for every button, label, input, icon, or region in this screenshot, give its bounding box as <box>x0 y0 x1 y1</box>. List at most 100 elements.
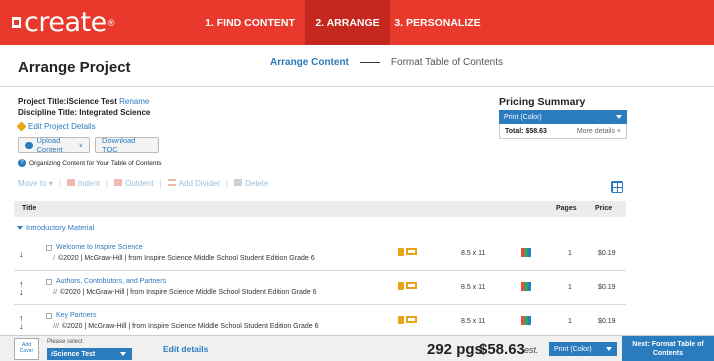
tab-personalize[interactable]: 3. PERSONALIZE <box>390 0 485 45</box>
next-format-toc-button[interactable]: Next: Format Table of Contents <box>622 336 714 361</box>
row-source: ©2020 | McGraw-Hill | from Inspire Scien… <box>59 289 317 296</box>
row-checkbox[interactable] <box>46 245 52 251</box>
page-header: Arrange Project Arrange Content Format T… <box>0 45 714 87</box>
pencil-icon <box>16 121 27 132</box>
total-pages: 292 pgs <box>427 341 483 358</box>
add-divider-label: Add Divider <box>178 179 221 188</box>
col-price: Price <box>595 205 613 212</box>
row-subtitle: III ©2020 | McGraw-Hill | from Inspire Sc… <box>53 323 318 330</box>
edit-details-link[interactable]: Edit details <box>163 344 208 354</box>
add-cover-button[interactable]: Add Cover <box>14 338 39 360</box>
row-title[interactable]: Key Partners <box>56 312 96 319</box>
project-title-label: Project Title: <box>18 97 67 106</box>
outdent-label: Outdent <box>125 179 154 188</box>
add-divider-button[interactable]: Add Divider <box>167 179 221 188</box>
color-swatch-icon <box>521 248 531 257</box>
project-info: Project Title:iScience Test Rename Disci… <box>18 96 150 118</box>
footer-bar: Add Cover Please select iScience Test Ed… <box>0 335 714 361</box>
pricing-total: Total: $58.63 <box>505 127 547 135</box>
row-source: ©2020 | McGraw-Hill | from Inspire Scien… <box>57 255 315 262</box>
row-checkbox[interactable] <box>46 279 52 285</box>
row-number: III <box>53 323 59 330</box>
help-icon: ? <box>18 159 26 167</box>
book-icon <box>398 282 404 290</box>
step-divider <box>359 62 380 63</box>
discipline-value: Integrated Science <box>79 108 151 117</box>
row-price: $0.19 <box>598 284 616 291</box>
row-checkbox[interactable] <box>46 313 52 319</box>
footer-format-value: Print (Color) <box>554 345 592 353</box>
logo-text: create <box>24 7 107 38</box>
estimate-label: est. <box>524 345 539 355</box>
row-title[interactable]: Authors, Contributors, and Partners <box>56 278 166 285</box>
toolbar-separator: | <box>226 179 229 188</box>
row-price: $0.19 <box>598 250 616 257</box>
logo-registered: ® <box>107 17 115 28</box>
divider-icon <box>167 179 176 186</box>
chevron-down-icon <box>120 352 126 356</box>
upload-content-button[interactable]: Upload Content ∨ <box>18 136 90 154</box>
organizing-label: Organizing Content for Your Table of Con… <box>29 159 162 167</box>
grid-view-icon[interactable] <box>611 181 623 193</box>
indent-button[interactable]: Indent <box>66 179 101 188</box>
step-arrange-content[interactable]: Arrange Content <box>270 57 349 68</box>
top-nav: create ® 1. FIND CONTENT 2. ARRANGE 3. P… <box>0 0 714 45</box>
indent-label: Indent <box>77 179 101 188</box>
caret-down-icon: ▾ <box>48 179 53 188</box>
table-row[interactable]: ↑ ↓ Authors, Contributors, and Partners I… <box>14 272 626 305</box>
organizing-help[interactable]: ? Organizing Content for Your Table of C… <box>18 159 162 167</box>
toolbar-separator: | <box>58 179 61 188</box>
pricing-summary: Pricing Summary Print (Color) Total: $58… <box>499 96 627 139</box>
pricing-total-row: Total: $58.63 More details + <box>499 124 627 139</box>
outdent-button[interactable]: Outdent <box>114 179 154 188</box>
pricing-format-select[interactable]: Print (Color) <box>499 110 627 124</box>
page-title: Arrange Project <box>18 59 131 76</box>
color-swatch-icon <box>521 316 531 325</box>
create-logo[interactable]: create ® <box>0 9 195 36</box>
row-number: II <box>53 289 57 296</box>
download-toc-button[interactable]: Download TOC <box>95 136 159 154</box>
col-pages: Pages <box>556 205 577 212</box>
outdent-icon <box>114 179 123 186</box>
move-up-down-icon[interactable]: ↑ ↓ <box>19 280 24 297</box>
row-title[interactable]: Welcome to Inspire Science <box>56 244 143 251</box>
row-subtitle: I ©2020 | McGraw-Hill | from Inspire Scie… <box>53 255 315 262</box>
delete-button[interactable]: Delete <box>234 179 268 188</box>
toolbar-separator: | <box>159 179 162 188</box>
move-to-button[interactable]: Move to ▾ <box>18 179 53 188</box>
chevron-down-icon <box>606 347 612 351</box>
project-select[interactable]: iScience Test <box>47 348 132 360</box>
section-introductory-material[interactable]: Introductory Material <box>17 223 94 232</box>
edit-project-details-link[interactable]: Edit Project Details <box>16 121 96 132</box>
pricing-format-value: Print (Color) <box>504 113 542 121</box>
row-size: 8.5 x 11 <box>461 284 486 291</box>
indent-icon <box>66 179 75 186</box>
row-pages: 1 <box>568 250 572 257</box>
edit-project-details-label: Edit Project Details <box>28 122 96 131</box>
row-number: I <box>53 255 55 262</box>
step-format-toc[interactable]: Format Table of Contents <box>391 57 503 68</box>
move-down-icon[interactable]: ↓ <box>19 250 24 259</box>
step-indicator: Arrange Content Format Table of Contents <box>270 57 503 68</box>
tab-arrange[interactable]: 2. ARRANGE <box>305 0 390 45</box>
cloud-upload-icon <box>25 141 33 149</box>
more-details-link[interactable]: More details + <box>577 128 621 135</box>
please-select-label: Please select <box>47 339 83 345</box>
toolbar-separator: | <box>106 179 109 188</box>
delete-label: Delete <box>245 179 269 188</box>
move-up-down-icon[interactable]: ↑ ↓ <box>19 314 24 331</box>
discipline-label: Discipline Title: <box>18 108 77 117</box>
monitor-icon <box>406 282 417 289</box>
table-header: Title Pages Price <box>14 201 626 217</box>
pricing-title: Pricing Summary <box>499 96 586 108</box>
row-size: 8.5 x 11 <box>461 318 486 325</box>
footer-format-select[interactable]: Print (Color) <box>549 342 617 356</box>
move-to-label: Move to <box>18 179 47 188</box>
total-price: $58.63 <box>479 341 525 358</box>
monitor-icon <box>406 316 417 323</box>
trash-icon <box>234 179 243 186</box>
row-price: $0.19 <box>598 318 616 325</box>
table-row[interactable]: ↓ Welcome to Inspire Science I ©2020 | Mc… <box>14 238 626 271</box>
tab-find-content[interactable]: 1. FIND CONTENT <box>195 0 305 45</box>
rename-link[interactable]: Rename <box>119 97 149 106</box>
